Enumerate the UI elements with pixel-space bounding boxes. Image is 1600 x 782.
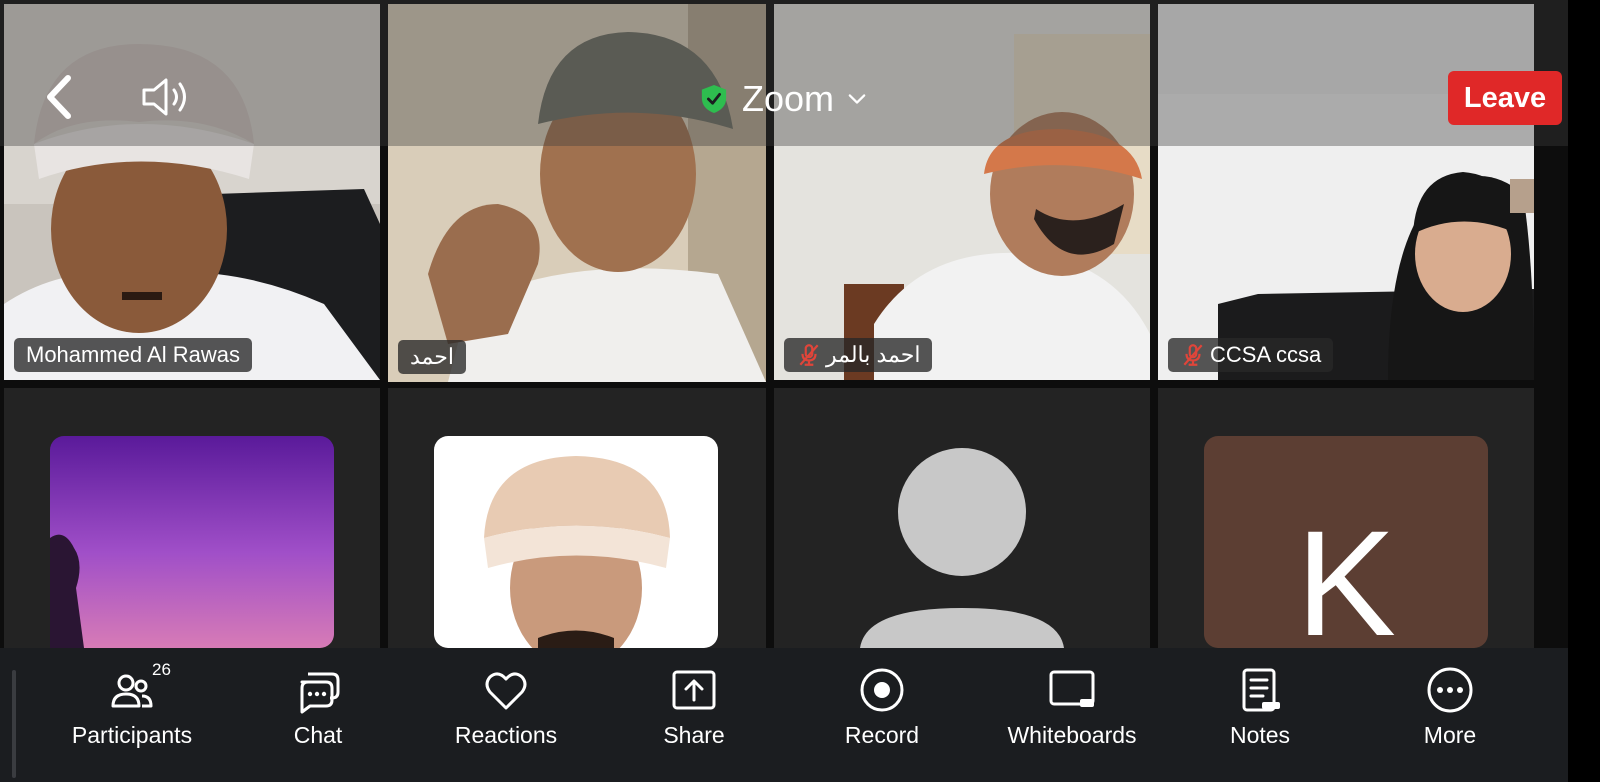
audio-output-button[interactable] <box>138 72 194 122</box>
whiteboard-icon <box>1049 670 1095 707</box>
record-button[interactable]: Record <box>792 666 972 766</box>
more-label: More <box>1423 722 1477 748</box>
back-button[interactable] <box>36 70 80 124</box>
chat-label: Chat <box>293 722 343 748</box>
notes-button[interactable]: Notes <box>1170 666 1350 766</box>
participants-icon <box>111 674 153 708</box>
participant-name-tag: احمد <box>398 340 466 374</box>
participant-name: احمد <box>410 344 454 369</box>
chevron-down-icon <box>848 94 866 104</box>
participants-button[interactable]: 26 Participants <box>42 660 222 766</box>
whiteboards-button[interactable]: Whiteboards <box>982 666 1162 766</box>
video-tile-participant-6[interactable] <box>388 388 766 648</box>
record-icon <box>860 668 904 712</box>
meeting-title: Zoom <box>742 78 835 119</box>
share-screen-icon <box>672 670 716 710</box>
heart-icon <box>485 672 527 710</box>
participant-name: احمد بالمر <box>826 342 921 367</box>
more-icon <box>1427 667 1473 713</box>
chat-icon <box>300 672 340 714</box>
default-avatar-icon <box>774 388 1150 648</box>
screen-edge <box>1568 0 1600 782</box>
participant-name: Mohammed Al Rawas <box>26 342 240 367</box>
avatar-letter: K <box>1295 499 1397 648</box>
video-tile-participant-7[interactable] <box>774 388 1150 648</box>
chevron-left-icon <box>47 75 71 119</box>
video-tile-participant-5[interactable] <box>4 388 380 648</box>
participants-label: Participants <box>71 722 193 748</box>
more-button[interactable]: More <box>1360 666 1540 766</box>
meeting-toolbar: 26 Participants Chat Reactions Share Rec… <box>0 648 1568 782</box>
participant-name-tag: Mohammed Al Rawas <box>14 338 252 372</box>
chat-button[interactable]: Chat <box>228 666 408 766</box>
reactions-button[interactable]: Reactions <box>416 666 596 766</box>
notes-label: Notes <box>1229 722 1291 748</box>
participant-name-tag: CCSA ccsa <box>1168 338 1334 372</box>
toolbar-handle <box>12 670 16 778</box>
speaker-icon <box>142 78 186 116</box>
meeting-title-dropdown[interactable]: Zoom <box>700 74 866 124</box>
video-tile-participant-k[interactable]: K <box>1158 388 1534 648</box>
notes-icon <box>1242 668 1280 712</box>
meeting-header: Zoom Leave <box>0 0 1568 146</box>
whiteboards-label: Whiteboards <box>1007 722 1137 748</box>
participants-count-badge: 26 <box>152 660 171 679</box>
participant-name-tag: احمد بالمر <box>784 338 933 372</box>
muted-mic-icon <box>799 344 819 366</box>
share-button[interactable]: Share <box>604 666 784 766</box>
reactions-label: Reactions <box>454 722 558 748</box>
share-label: Share <box>663 722 725 748</box>
participant-name: CCSA ccsa <box>1210 342 1322 367</box>
participant-avatar-photo <box>388 388 766 648</box>
muted-mic-icon <box>1183 344 1203 366</box>
record-label: Record <box>844 722 920 748</box>
leave-button[interactable]: Leave <box>1448 71 1562 125</box>
secure-shield-icon <box>701 85 727 113</box>
participant-avatar-photo <box>4 388 380 648</box>
